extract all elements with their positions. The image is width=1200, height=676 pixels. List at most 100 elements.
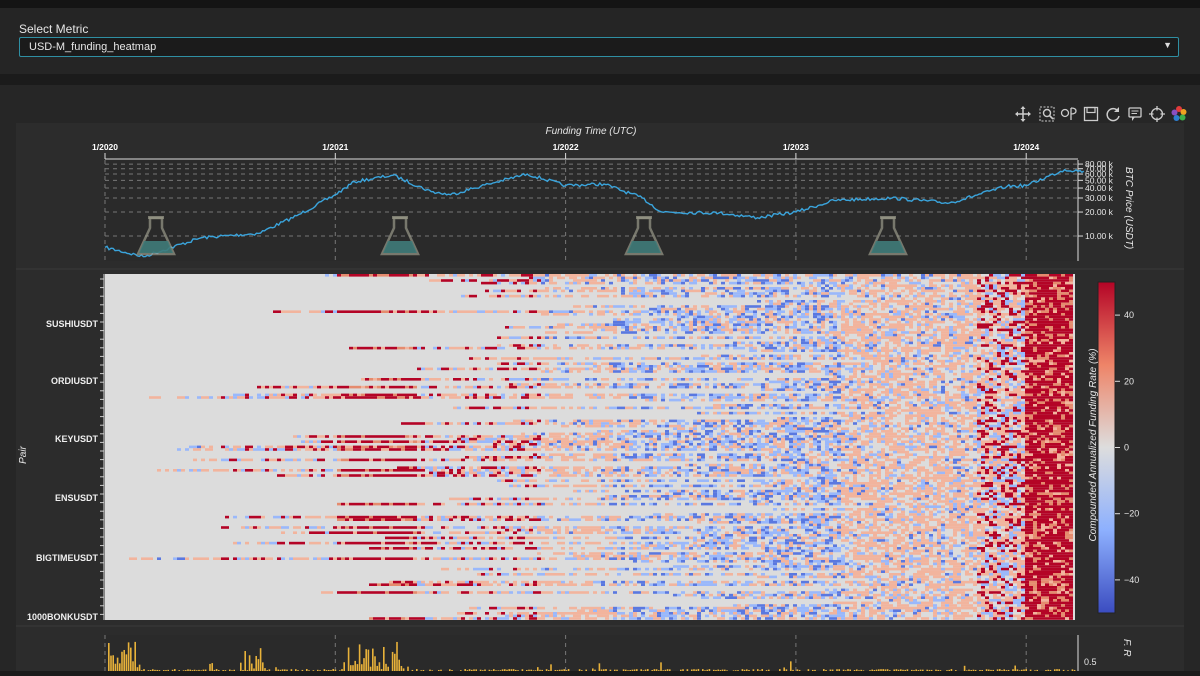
funding-rate-bar [660,662,662,671]
funding-rate-bar [343,662,345,671]
funding-rate-bar [401,666,403,671]
wheel-zoom-icon[interactable] [1060,105,1078,123]
funding-rate-bar [370,667,372,671]
funding-rate-bar [398,660,400,671]
funding-rate-bar [119,663,121,671]
funding-heatmap[interactable] [105,274,1075,620]
funding-rate-bar [790,661,792,671]
price-y-tick: 40.00 k [1085,183,1114,193]
funding-rate-bar [394,654,396,671]
funding-rate-bar [255,656,257,671]
chevron-down-icon: ▼ [1163,40,1172,50]
colorbar-tick: −40 [1124,575,1139,585]
plot-frame: Funding Time (UTC) 1/20201/20211/20221/2… [16,123,1184,671]
funding-rate-bar [350,665,352,671]
colorbar-tick: 40 [1124,310,1134,320]
funding-rate-bar [368,650,370,671]
funding-rate-bar [385,664,387,671]
pair-label: ENSUSDT [55,493,99,503]
funding-rate-bar [550,664,552,671]
funding-rate-bar [407,667,409,671]
crosshair-icon[interactable] [1148,105,1166,125]
funding-rate-bar [130,648,132,671]
funding-rate-bar [376,666,378,671]
funding-rate-bar [258,659,260,671]
funding-rate-bar [964,666,966,671]
funding-rate-bar [108,643,110,671]
funding-rate-bar [379,662,381,671]
price-y-ticks: 80.00 k70.00 k60.00 k50.00 k40.00 k30.00… [1078,159,1114,261]
heatmap-y-axis-label: Pair [18,445,29,463]
box-zoom-icon[interactable] [1038,105,1056,123]
price-x-tick: 1/2022 [553,142,579,152]
funding-rate-bar [251,664,253,671]
funding-rate-bar [128,642,130,671]
funding-rate-bar [262,662,264,671]
bokeh-logo-icon[interactable] [1170,105,1188,123]
funding-rate-bar [783,667,785,671]
metric-label: Select Metric [19,22,88,36]
price-y-tick: 10.00 k [1085,231,1114,241]
funding-rate-bar [392,652,394,671]
pair-label: BIGTIMEUSDT [36,553,99,563]
price-x-tick: 1/2020 [92,142,118,152]
funding-rate-bar [1014,666,1016,671]
funding-rate-bar [396,642,398,671]
funding-rate-bar [352,665,354,671]
funding-rate-bar [123,650,125,671]
funding-rate-bar [121,652,123,671]
funding-rate-bar [244,651,246,671]
metric-selected-value: USD-M_funding_heatmap [29,41,156,53]
chart-canvas[interactable]: Funding Time (UTC) 1/20201/20211/20221/2… [16,123,1184,671]
funding-rate-bar [365,649,367,671]
pair-label: ORDIUSDT [51,376,99,386]
funding-rate-bar [112,655,114,671]
funding-rate-bar [134,642,136,671]
pan-icon[interactable] [1014,105,1032,125]
metric-select[interactable]: USD-M_funding_heatmap ▼ [19,37,1179,57]
price-x-tick: 1/2024 [1013,142,1039,152]
pair-labels: SUSHIUSDTORDIUSDTKEYUSDTENSUSDTBIGTIMEUS… [27,274,104,622]
funding-rate-bar [110,656,112,671]
save-icon[interactable] [1082,105,1100,123]
colorbar-ticks: 40 20 0 −20 −40 [1115,310,1139,585]
price-chart-title: Funding Time (UTC) [545,126,636,137]
colorbar-tick: 20 [1124,376,1134,386]
price-plot-area [105,160,1078,261]
funding-rate-bar [348,647,350,671]
funding-rate-bar [240,663,242,671]
colorbar-tick: −20 [1124,509,1139,519]
bottom-y-tick-0: 0.5 [1084,657,1097,667]
colorbar [1098,282,1115,613]
funding-rate-bar [372,649,374,671]
price-y-axis-label: BTC Price (USDT) [1123,167,1134,249]
hover-icon[interactable] [1126,105,1144,125]
funding-rate-bar [211,663,213,671]
colorbar-label: Compounded Annualized Funding Rate (%) [1088,348,1099,541]
bottom-plot-area [105,635,1078,671]
plot-toolbar [1010,105,1190,125]
funding-rate-bar [363,658,365,671]
funding-rate-bar [249,655,251,671]
funding-rate-bar [354,661,356,671]
metric-selector-panel: Select Metric USD-M_funding_heatmap ▼ [0,8,1200,74]
funding-rate-bar [387,667,389,671]
price-y-tick: 30.00 k [1085,193,1114,203]
funding-rate-bar [374,656,376,671]
price-x-ticks: 1/20201/20211/20221/20231/2024 [92,142,1078,159]
funding-rate-bar [357,664,359,671]
funding-rate-bar [132,661,134,671]
top-bar [0,0,1200,8]
funding-rate-bar [126,654,128,671]
funding-rate-bar [115,664,117,671]
funding-rate-bar [137,667,139,671]
pair-label: SUSHIUSDT [46,319,99,329]
colorbar-tick: 0 [1124,443,1129,453]
reset-icon[interactable] [1104,105,1122,123]
funding-rate-bar [359,644,361,671]
funding-rate-bar [260,648,262,671]
price-y-tick: 20.00 k [1085,207,1114,217]
funding-rate-bar [209,664,211,671]
funding-rate-bar [275,667,277,671]
funding-rate-bar [117,658,119,671]
